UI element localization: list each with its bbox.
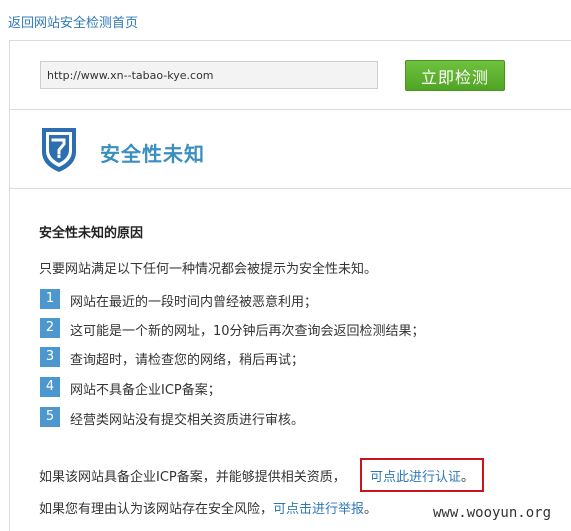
reason-number-badge: 3 xyxy=(40,347,60,367)
watermark: www.wooyun.org xyxy=(433,505,552,521)
divider xyxy=(10,188,571,189)
period: 。 xyxy=(461,470,475,485)
url-input[interactable] xyxy=(40,61,378,89)
reason-text: 经营类网站没有提交相关资质进行审核。 xyxy=(70,413,305,428)
safety-status-title: 安全性未知 xyxy=(100,142,205,166)
reason-number-badge: 2 xyxy=(40,318,60,338)
shield-question-icon xyxy=(42,128,76,172)
reason-text: 这可能是一个新的网址，10分钟后再次查询会返回检测结果； xyxy=(70,324,425,339)
check-result-panel: 立即检测 安全性未知 安全性未知的原因 只要网站满足以下任何一种情况都会被提示为… xyxy=(9,40,571,531)
reasons-intro: 只要网站满足以下任何一种情况都会被提示为安全性未知。 xyxy=(39,262,378,277)
reason-text: 网站不具备企业ICP备案； xyxy=(70,383,221,398)
report-link[interactable]: 可点击进行举报 xyxy=(273,502,364,517)
scan-now-button[interactable]: 立即检测 xyxy=(405,60,505,91)
top-bar: 返回网站安全检测首页 xyxy=(0,0,571,40)
reason-text: 查询超时，请检查您的网络，稍后再试； xyxy=(70,353,305,368)
certification-note: 如果该网站具备企业ICP备案，并能够提供相关资质， xyxy=(39,470,346,485)
report-note-text: 如果您有理由认为该网站存在安全风险， xyxy=(39,502,274,517)
report-note: 如果您有理由认为该网站存在安全风险，可点击进行举报。 xyxy=(39,498,377,517)
period: 。 xyxy=(364,502,378,517)
reason-number-badge: 1 xyxy=(40,289,60,309)
certification-link[interactable]: 可点此进行认证。 xyxy=(370,466,474,485)
back-to-home-link[interactable]: 返回网站安全检测首页 xyxy=(8,12,138,31)
reason-number-badge: 4 xyxy=(40,377,60,397)
reason-number-badge: 5 xyxy=(40,407,60,427)
reason-text: 网站在最近的一段时间内曾经被恶意利用； xyxy=(70,295,318,310)
certification-link-label[interactable]: 可点此进行认证 xyxy=(370,470,461,485)
divider xyxy=(10,109,571,110)
reasons-heading: 安全性未知的原因 xyxy=(39,226,144,241)
